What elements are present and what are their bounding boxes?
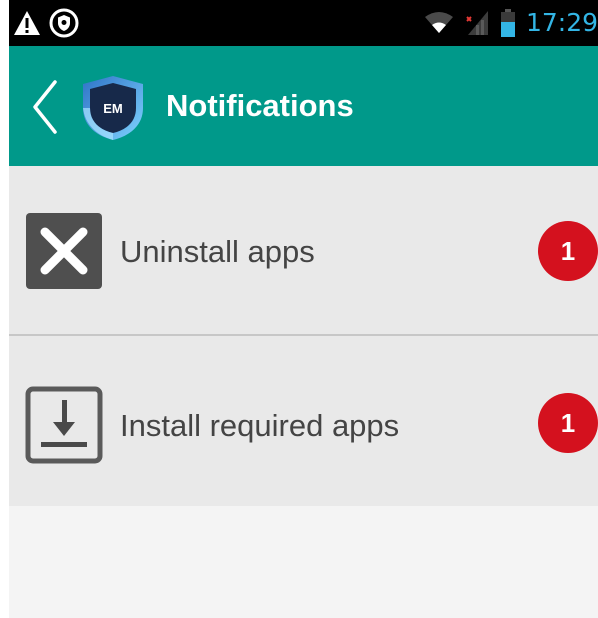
page-title: Notifications: [166, 88, 354, 123]
status-bar: 17:29: [9, 0, 598, 46]
warning-icon: [14, 11, 40, 35]
battery-icon: [500, 9, 515, 37]
empty-area: [9, 506, 598, 618]
list-item-label: Uninstall apps: [120, 234, 315, 269]
status-right-icons: 17:29: [424, 8, 598, 38]
phone-screen: 17:29 EM Notifications Uninstall apps 1 …: [9, 0, 598, 618]
list-item-label: Install required apps: [120, 408, 400, 443]
list-item-install-required-apps[interactable]: Install required apps 1: [9, 336, 598, 506]
wifi-icon: [424, 12, 453, 33]
chevron-left-icon[interactable]: [27, 78, 63, 136]
list-item-uninstall-apps[interactable]: Uninstall apps 1: [9, 166, 598, 334]
status-time: 17:29: [525, 8, 598, 37]
app-bar: EM Notifications: [9, 46, 598, 166]
close-box-icon: [26, 213, 102, 289]
notification-count-badge: 1: [538, 393, 598, 453]
status-left-icons: [13, 8, 79, 38]
notification-count-badge: 1: [538, 221, 598, 281]
shield-icon: [49, 8, 79, 38]
app-logo-text: EM: [103, 101, 123, 116]
download-box-icon: [25, 386, 103, 464]
app-logo-icon: EM: [83, 76, 143, 140]
signal-icon: [466, 11, 488, 35]
notifications-list: Uninstall apps 1 Install required apps 1: [9, 166, 598, 618]
